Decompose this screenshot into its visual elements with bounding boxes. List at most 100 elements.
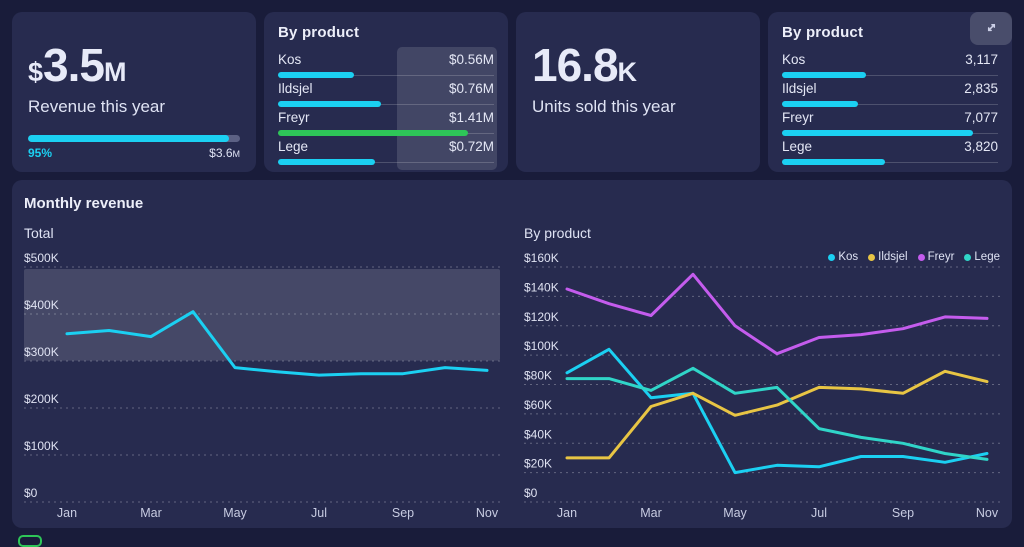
- y-axis-tick-label: $0: [524, 486, 538, 500]
- product-bar: [278, 159, 494, 165]
- units-number: 16.8: [532, 39, 618, 91]
- units-product-rows: Kos 3,117 Ildsjel 2,835 Freyr 7,077 Lege 3,820: [782, 52, 998, 168]
- product-value: $0.72M: [449, 139, 494, 155]
- product-bar: [278, 130, 494, 136]
- product-value: $0.56M: [449, 52, 494, 68]
- bar-fill: [782, 159, 885, 165]
- y-axis-tick-label: $100K: [24, 439, 59, 453]
- y-axis-tick-label: $160K: [524, 251, 559, 265]
- y-axis-tick-label: $40K: [524, 427, 552, 441]
- x-axis-tick-label: Jan: [57, 506, 77, 520]
- kos-series-line: [567, 349, 987, 472]
- revenue-kpi-card: $3.5M Revenue this year 95% $3.6M: [12, 12, 256, 172]
- product-bar: [782, 159, 998, 165]
- revenue-product-rows: Kos $0.56M Ildsjel $0.76M Freyr $1.41M Lege $0.…: [278, 52, 494, 168]
- progress-percent-label: 95%: [28, 146, 52, 160]
- y-axis-tick-label: $500K: [24, 251, 59, 265]
- product-row: Freyr $1.41M: [278, 110, 494, 139]
- product-bar: [782, 130, 998, 136]
- y-axis-tick-label: $400K: [24, 298, 59, 312]
- kpi-row: $3.5M Revenue this year 95% $3.6M By pro…: [12, 12, 1012, 172]
- highlight-band: [24, 269, 500, 361]
- revenue-progress: 95% $3.6M: [28, 135, 240, 160]
- product-value: 3,820: [964, 139, 998, 155]
- progress-fill: [28, 135, 229, 142]
- revenue-suffix: M: [104, 57, 127, 87]
- revenue-by-product-card: By product Kos $0.56M Ildsjel $0.76M Freyr $1…: [264, 12, 508, 172]
- x-axis-tick-label: Mar: [640, 506, 662, 520]
- product-label: Ildsjel: [782, 81, 817, 97]
- revenue-value: $3.5M: [28, 42, 240, 88]
- product-label: Lege: [782, 139, 812, 155]
- product-value: $0.76M: [449, 81, 494, 97]
- product-row: Kos $0.56M: [278, 52, 494, 81]
- progress-track: [28, 135, 240, 142]
- product-label: Freyr: [782, 110, 814, 126]
- x-axis-tick-label: Mar: [140, 506, 162, 520]
- revenue-kpi-label: Revenue this year: [28, 97, 240, 117]
- bar-fill: [782, 130, 973, 136]
- x-axis-tick-label: Sep: [392, 506, 414, 520]
- product-row: Freyr 7,077: [782, 110, 998, 139]
- chart-svg: $0$20K$40K$60K$80K$100K$120K$140K$160KJa…: [524, 244, 1000, 524]
- bar-fill: [278, 101, 381, 107]
- card-title: By product: [278, 24, 494, 41]
- bar-fill: [278, 72, 354, 78]
- product-value: 3,117: [965, 52, 998, 68]
- chart-svg: $0 $100K $200K $300K $400K $500K Jan Mar May Jul S…: [24, 244, 500, 524]
- y-axis-tick-label: $0: [24, 486, 38, 500]
- x-axis-tick-label: Nov: [976, 506, 999, 520]
- units-kpi-card: 16.8K Units sold this year: [516, 12, 760, 172]
- y-axis-tick-label: $60K: [524, 398, 552, 412]
- x-axis-tick-label: Jan: [557, 506, 577, 520]
- product-row: Lege $0.72M: [278, 139, 494, 168]
- monthly-revenue-panel: Monthly revenue Total By product KosIlds…: [12, 180, 1012, 528]
- total-chart-subtitle: Total: [24, 225, 54, 241]
- revenue-number: 3.5: [43, 39, 104, 91]
- collapse-arrows-icon: [984, 20, 999, 38]
- product-value: 2,835: [964, 81, 998, 97]
- x-axis-tick-label: Jul: [311, 506, 327, 520]
- y-axis-tick-label: $300K: [24, 345, 59, 359]
- units-value: 16.8K: [532, 42, 744, 88]
- by-product-chart-subtitle: By product: [524, 225, 591, 241]
- product-label: Freyr: [278, 110, 310, 126]
- bar-fill: [278, 159, 375, 165]
- progress-target-label: $3.6M: [209, 146, 240, 160]
- offscreen-green-element: [18, 535, 42, 547]
- dashboard: $3.5M Revenue this year 95% $3.6M By pro…: [0, 0, 1024, 540]
- total-line-chart[interactable]: $0 $100K $200K $300K $400K $500K Jan Mar May Jul S…: [24, 244, 500, 524]
- x-axis-tick-label: Jul: [811, 506, 827, 520]
- currency-symbol: $: [28, 57, 43, 87]
- x-axis-tick-label: May: [723, 506, 747, 520]
- units-by-product-card: By product Kos 3,117 Ildsjel 2,835 Freyr 7,07…: [768, 12, 1012, 172]
- y-axis-tick-label: $140K: [524, 280, 559, 294]
- product-label: Kos: [278, 52, 301, 68]
- bar-fill: [782, 72, 866, 78]
- product-bar: [782, 72, 998, 78]
- units-suffix: K: [618, 57, 638, 87]
- product-value: 7,077: [964, 110, 998, 126]
- product-row: Lege 3,820: [782, 139, 998, 168]
- product-label: Kos: [782, 52, 805, 68]
- product-label: Ildsjel: [278, 81, 313, 97]
- product-row: Kos 3,117: [782, 52, 998, 81]
- product-bar: [278, 72, 494, 78]
- product-bar: [278, 101, 494, 107]
- product-label: Lege: [278, 139, 308, 155]
- by-product-line-chart[interactable]: $0$20K$40K$60K$80K$100K$120K$140K$160KJa…: [524, 244, 1000, 524]
- product-bar: [782, 101, 998, 107]
- y-axis-tick-label: $120K: [524, 310, 559, 324]
- y-axis-tick-label: $80K: [524, 369, 552, 383]
- product-value: $1.41M: [449, 110, 494, 126]
- y-axis-tick-label: $100K: [524, 339, 559, 353]
- x-axis-tick-label: Sep: [892, 506, 914, 520]
- collapse-expand-button[interactable]: [970, 12, 1012, 45]
- y-axis-tick-label: $200K: [24, 392, 59, 406]
- x-axis-tick-label: Nov: [476, 506, 499, 520]
- product-row: Ildsjel $0.76M: [278, 81, 494, 110]
- x-axis-tick-label: May: [223, 506, 247, 520]
- units-kpi-label: Units sold this year: [532, 97, 744, 117]
- card-title: By product: [782, 24, 998, 41]
- product-row: Ildsjel 2,835: [782, 81, 998, 110]
